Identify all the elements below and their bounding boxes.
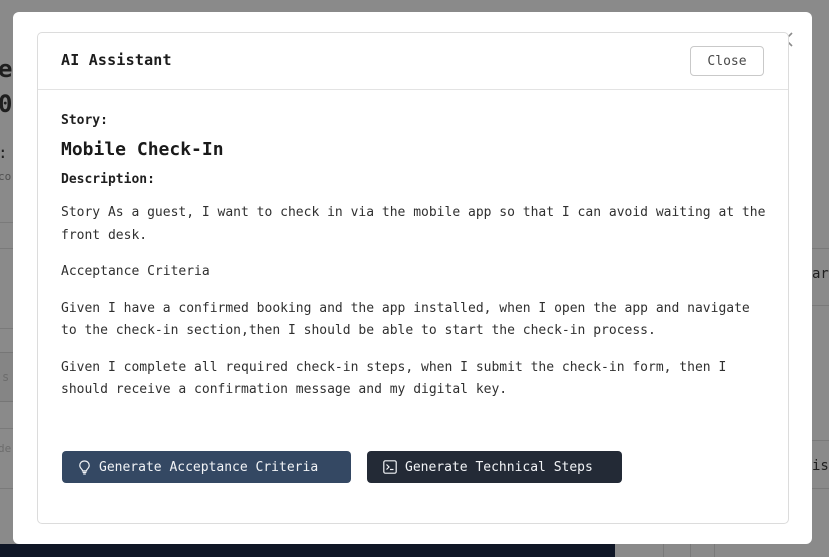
action-buttons: Generate Acceptance Criteria Generate Te… [62,451,622,483]
close-button[interactable]: Close [690,46,764,76]
generate-technical-steps-label: Generate Technical Steps [405,459,593,475]
modal-title: AI Assistant [61,51,172,69]
description-label: Description: [61,172,155,187]
bg-text-fragment: de [0,442,12,455]
description-paragraph: Acceptance Criteria [61,264,210,279]
card-header: AI Assistant Close [38,33,788,90]
ai-assistant-modal: AI Assistant Close Story: Mobile Check-I… [13,12,812,544]
terminal-icon [383,460,397,474]
bg-text-fragment: ar [812,266,829,282]
story-label: Story: [61,113,108,128]
bg-text-fragment: is [812,458,829,474]
description-paragraph: Given I complete all required check-in s… [61,359,727,398]
story-title: Mobile Check-In [61,139,224,160]
bg-text-fragment: co [0,170,12,183]
bg-bottom-bar [0,544,615,557]
bg-input-fragment: s [2,370,10,384]
generate-technical-steps-button[interactable]: Generate Technical Steps [367,451,622,483]
description-paragraph: Given I have a confirmed booking and the… [61,300,750,339]
generate-acceptance-criteria-button[interactable]: Generate Acceptance Criteria [62,451,351,483]
description-paragraph: Story As a guest, I want to check in via… [61,205,766,243]
generate-acceptance-criteria-label: Generate Acceptance Criteria [99,459,319,475]
bg-text-fragment: : [0,143,8,162]
card-body: Story: Mobile Check-In Description: Stor… [61,113,767,402]
assistant-card: AI Assistant Close Story: Mobile Check-I… [37,32,789,524]
lightbulb-icon [78,459,91,475]
